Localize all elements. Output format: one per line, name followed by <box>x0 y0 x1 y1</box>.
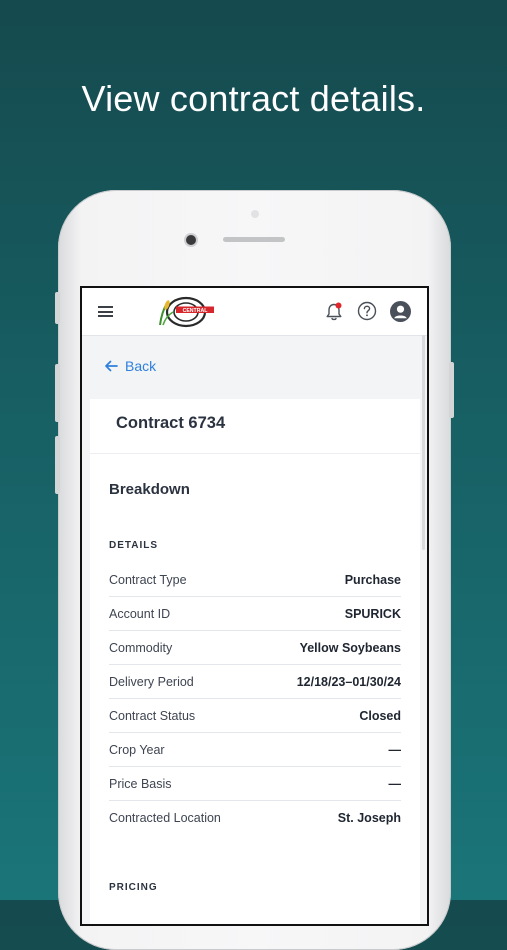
detail-label: Commodity <box>109 640 173 655</box>
phone-volume-up <box>55 364 60 422</box>
phone-silent-switch <box>55 292 60 324</box>
phone-sensor <box>251 210 259 218</box>
app-screen: CENTRAL Back Contract 6734 Breakdown DET… <box>80 286 429 926</box>
detail-row-account-id: Account ID SPURICK <box>109 597 401 631</box>
user-avatar-icon[interactable] <box>390 301 411 322</box>
scrollbar-thumb[interactable] <box>422 335 425 550</box>
detail-label: Delivery Period <box>109 674 194 689</box>
arrow-left-icon <box>105 360 118 372</box>
phone-camera <box>186 235 196 245</box>
phone-speaker <box>223 237 285 242</box>
detail-value: Yellow Soybeans <box>299 640 401 655</box>
detail-value: St. Joseph <box>337 810 401 825</box>
logo-wordmark: CENTRAL <box>183 308 209 314</box>
detail-value: Purchase <box>344 572 401 587</box>
title-divider <box>90 453 420 454</box>
detail-value: — <box>388 776 402 791</box>
contract-title: Contract 6734 <box>116 414 226 432</box>
detail-label: Account ID <box>109 606 171 621</box>
notifications-bell-icon[interactable] <box>325 302 343 322</box>
app-bar: CENTRAL <box>82 288 427 336</box>
detail-label: Contract Status <box>109 708 196 723</box>
detail-label: Crop Year <box>109 742 165 757</box>
detail-value: 12/18/23–01/30/24 <box>296 674 401 689</box>
back-label: Back <box>125 358 157 374</box>
headline: View contract details. <box>81 78 426 119</box>
notification-dot <box>335 302 342 309</box>
detail-value: SPURICK <box>344 606 401 621</box>
back-link[interactable]: Back <box>104 358 156 374</box>
breakdown-heading: Breakdown <box>109 481 190 498</box>
pricing-section-label: PRICING <box>109 882 158 893</box>
detail-row-contracted-location: Contracted Location St. Joseph <box>109 801 401 834</box>
company-logo[interactable]: CENTRAL <box>154 295 216 329</box>
detail-row-contract-status: Contract Status Closed <box>109 699 401 733</box>
detail-row-crop-year: Crop Year — <box>109 733 401 767</box>
detail-value: Closed <box>359 708 401 723</box>
detail-label: Contract Type <box>109 572 187 587</box>
detail-value: — <box>388 742 402 757</box>
detail-row-commodity: Commodity Yellow Soybeans <box>109 631 401 665</box>
detail-label: Contracted Location <box>109 810 221 825</box>
detail-label: Price Basis <box>109 776 172 791</box>
phone-power-button <box>449 362 454 418</box>
detail-row-contract-type: Contract Type Purchase <box>109 563 401 597</box>
detail-row-delivery-period: Delivery Period 12/18/23–01/30/24 <box>109 665 401 699</box>
contract-card: Contract 6734 Breakdown DETAILS Contract… <box>90 399 420 924</box>
details-section-label: DETAILS <box>109 540 159 551</box>
phone-volume-down <box>55 436 60 494</box>
help-icon[interactable] <box>357 301 377 321</box>
menu-icon[interactable] <box>98 306 113 317</box>
detail-row-price-basis: Price Basis — <box>109 767 401 801</box>
details-list: Contract Type Purchase Account ID SPURIC… <box>109 563 401 834</box>
